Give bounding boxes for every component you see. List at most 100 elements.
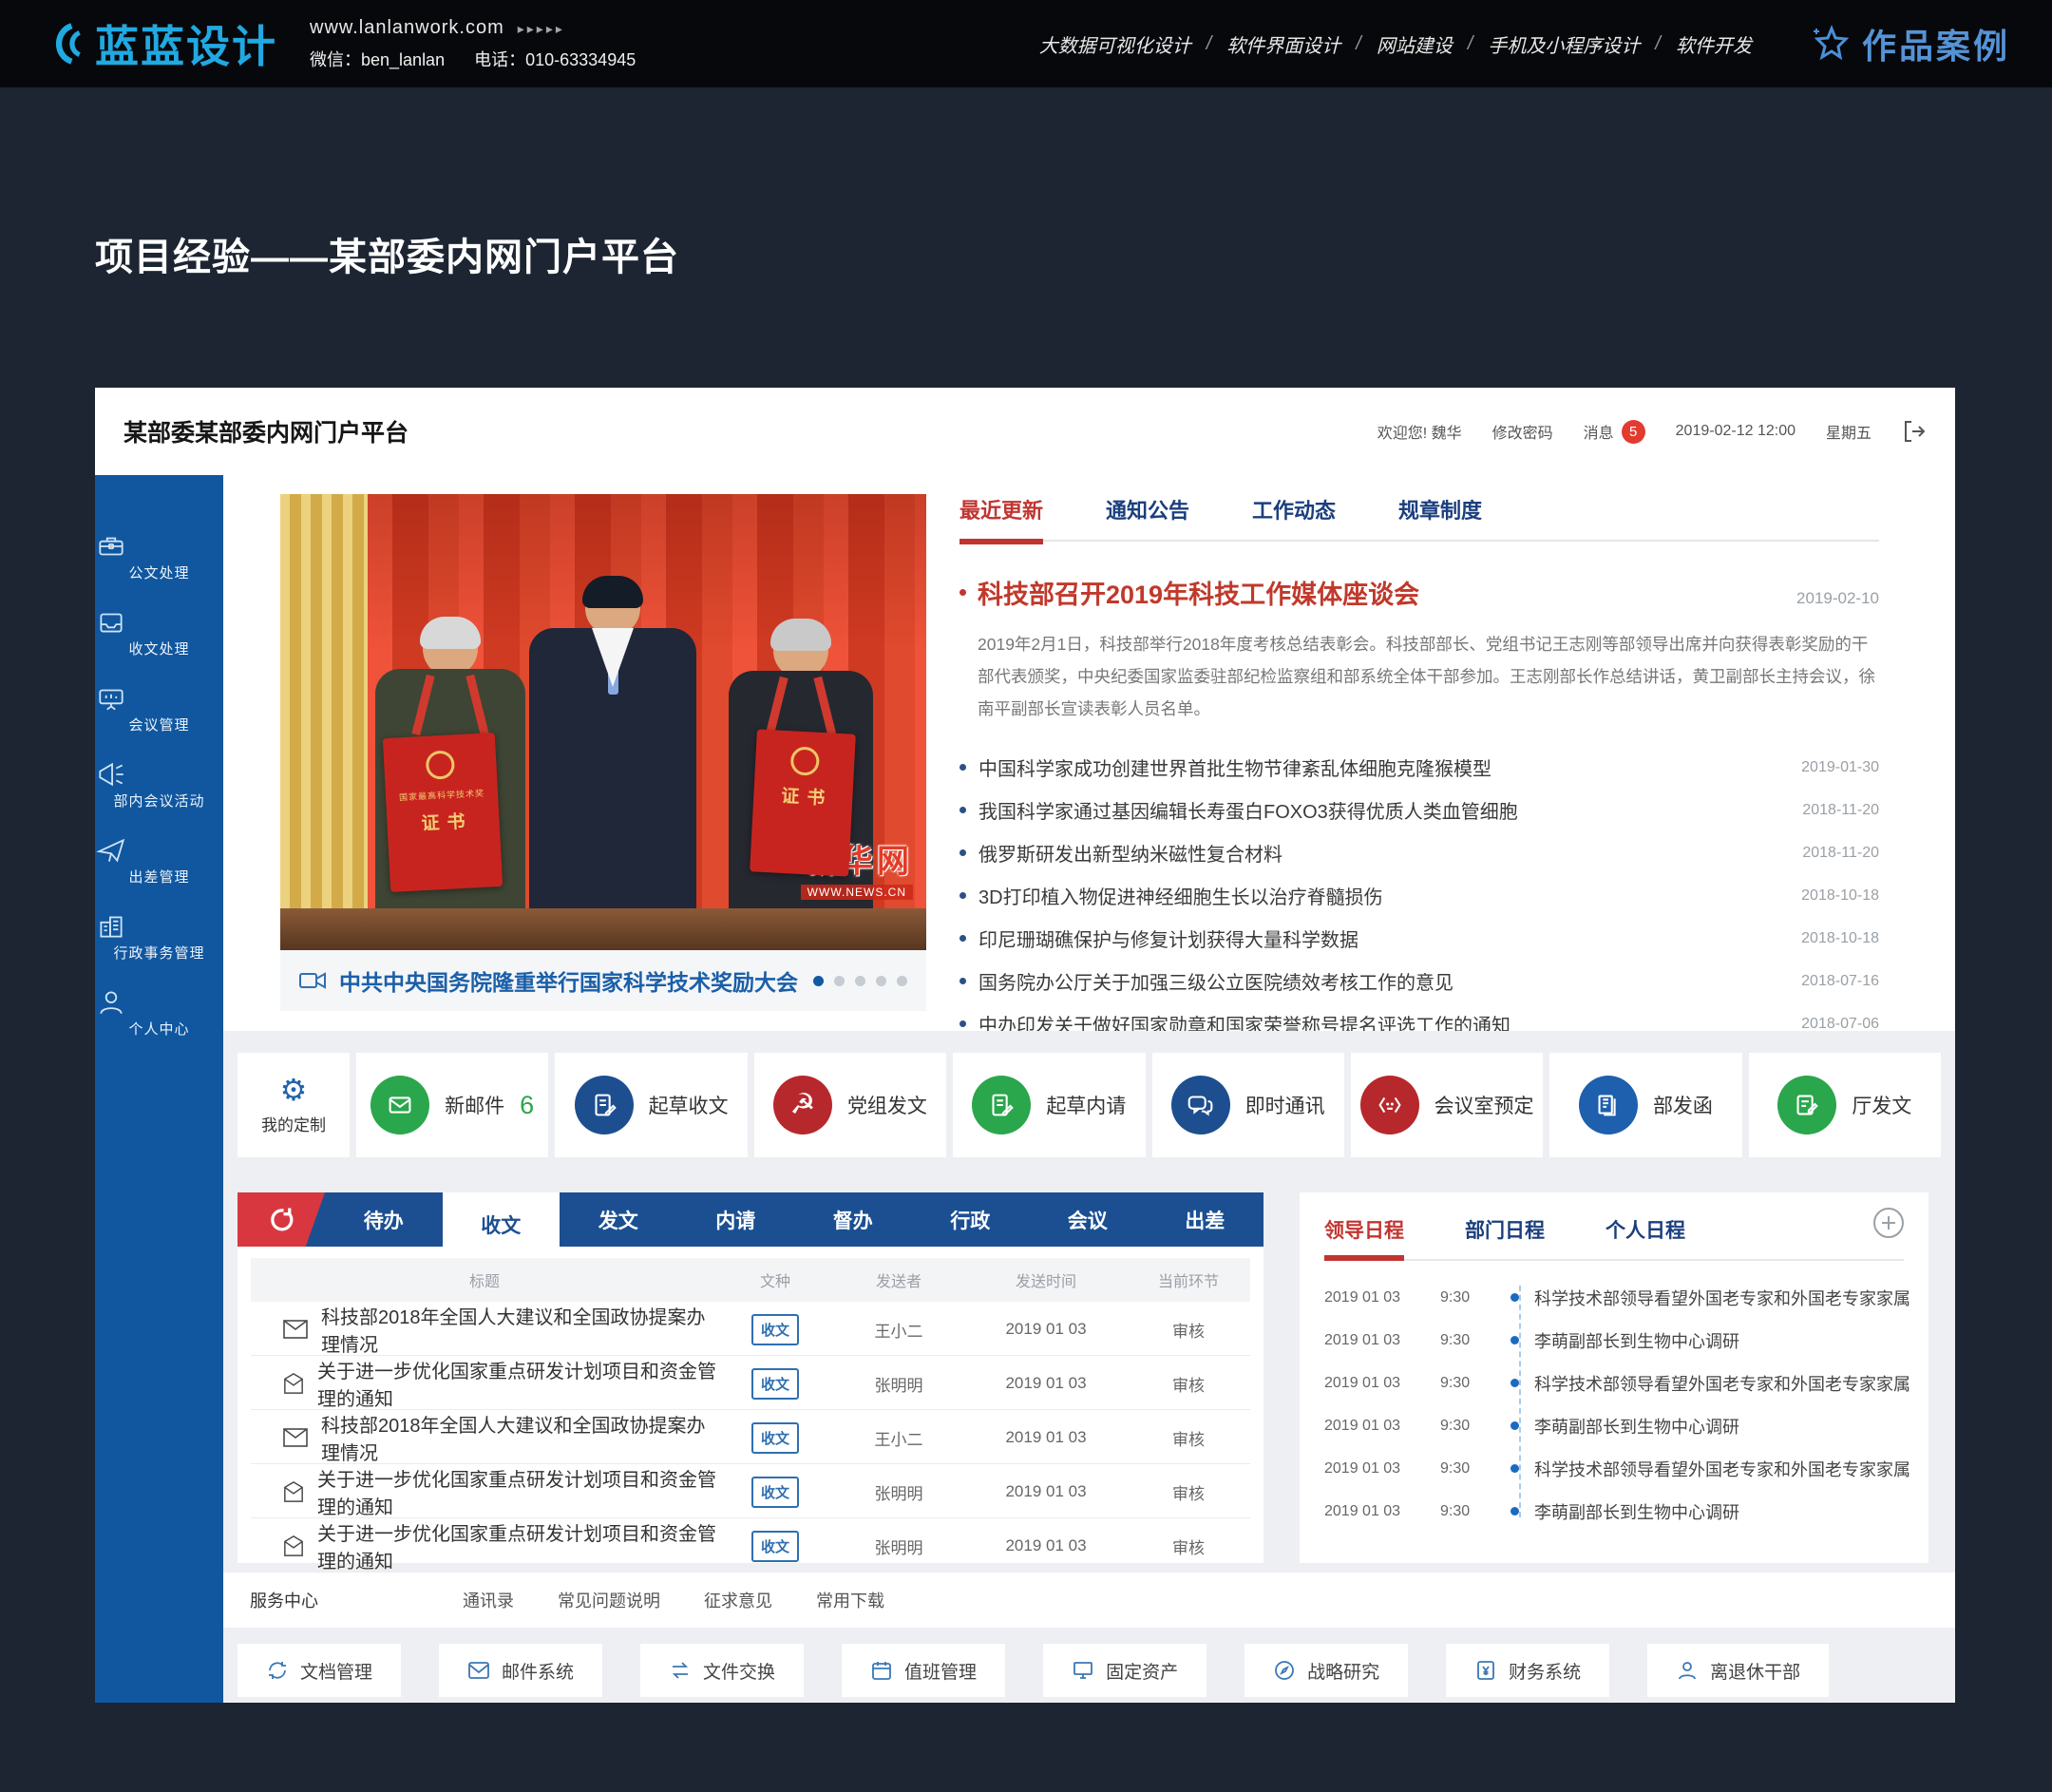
news-list-item[interactable]: 印尼珊瑚礁保护与修复计划获得大量科学数据 2018-10-18 — [960, 917, 1879, 960]
shortcut-label: 起草内请 — [1046, 1091, 1126, 1119]
app-retired-cadres[interactable]: 离退休干部 — [1647, 1644, 1829, 1697]
app-strategy-research[interactable]: 战略研究 — [1244, 1644, 1408, 1697]
app-duty-mgmt[interactable]: 值班管理 — [842, 1644, 1005, 1697]
clipboard-pen-icon — [1777, 1076, 1836, 1134]
bullet-icon — [960, 1020, 966, 1027]
cases-link[interactable]: 作品案例 — [1809, 19, 2010, 68]
carousel-dot[interactable] — [855, 976, 865, 986]
news-list-item[interactable]: 俄罗斯研发出新型纳米磁性复合材料 2018-11-20 — [960, 831, 1879, 874]
tab-work-news[interactable]: 工作动态 — [1252, 494, 1336, 524]
todo-tab-trip[interactable]: 出差 — [1147, 1192, 1264, 1247]
shortcut-draft-internal[interactable]: 起草内请 — [953, 1053, 1145, 1157]
table-row[interactable]: 关于进一步优化国家重点研发计划项目和资金管理的通知 收文 张明明 2019 01… — [251, 1464, 1250, 1518]
tab-personal-schedule[interactable]: 个人日程 — [1606, 1215, 1685, 1244]
todo-tab-outgoing[interactable]: 发文 — [560, 1192, 677, 1247]
link-feedback[interactable]: 征求意见 — [704, 1588, 772, 1612]
carousel-dot[interactable] — [876, 976, 886, 986]
todo-tab-internal[interactable]: 内请 — [677, 1192, 795, 1247]
link-faq[interactable]: 常见问题说明 — [558, 1588, 660, 1612]
shortcut-office-doc[interactable]: 厅发文 — [1749, 1053, 1941, 1157]
tab-department-schedule[interactable]: 部门日程 — [1465, 1215, 1545, 1244]
nav-item-dev[interactable]: 软件开发 — [1676, 30, 1752, 58]
table-row[interactable]: 关于进一步优化国家重点研发计划项目和资金管理的通知 收文 张明明 2019 01… — [251, 1518, 1250, 1573]
video-camera-icon — [299, 971, 326, 990]
shortcut-meeting-room-booking[interactable]: 会议室预定 — [1351, 1053, 1543, 1157]
schedule-item[interactable]: 2019 01 03 9:30 科学技术部领导看望外国老专家和外国老专家家属 — [1324, 1447, 1904, 1490]
logo[interactable]: 蓝蓝设计 — [42, 12, 277, 75]
nav-item-web[interactable]: 网站建设 — [1377, 30, 1453, 58]
news-item-date: 2019-01-30 — [1801, 759, 1879, 776]
shortcut-new-mail[interactable]: 新邮件 6 — [356, 1053, 548, 1157]
schedule-item[interactable]: 2019 01 03 9:30 李萌副部长到生物中心调研 — [1324, 1319, 1904, 1362]
sidebar-item-meeting-mgmt[interactable]: 会议管理 — [95, 682, 223, 734]
gear-icon: ⚙ — [280, 1075, 308, 1105]
app-mail-system[interactable]: 邮件系统 — [439, 1644, 602, 1697]
schedule-item[interactable]: 2019 01 03 9:30 李萌副部长到生物中心调研 — [1324, 1404, 1904, 1447]
messages-link[interactable]: 消息 5 — [1584, 420, 1645, 444]
sidebar-item-admin-affairs[interactable]: 行政事务管理 — [95, 910, 223, 963]
col-current-step: 当前环节 — [1127, 1268, 1250, 1291]
app-document-mgmt[interactable]: 文档管理 — [238, 1644, 401, 1697]
schedule-item[interactable]: 2019 01 03 9:30 科学技术部领导看望外国老专家和外国老专家家属 — [1324, 1276, 1904, 1319]
tab-leader-schedule[interactable]: 领导日程 — [1324, 1215, 1404, 1244]
news-list-item[interactable]: 国务院办公厅关于加强三级公立医院绩效考核工作的意见 2018-07-16 — [960, 960, 1879, 1002]
todo-tab-admin[interactable]: 行政 — [912, 1192, 1030, 1247]
logout-icon[interactable] — [1902, 419, 1927, 444]
carousel-caption: 中共中央国务院隆重举行国家科学技术奖励大会 — [280, 950, 926, 1011]
tab-recent-updates[interactable]: 最近更新 — [960, 494, 1043, 524]
shortcut-draft-incoming[interactable]: 起草收文 — [555, 1053, 747, 1157]
carousel-dot[interactable] — [834, 976, 845, 986]
bullet-icon — [960, 807, 966, 813]
sidebar-item-incoming-docs[interactable]: 收文处理 — [95, 606, 223, 658]
table-row[interactable]: 科技部2018年全国人大建议和全国政协提案办理情况 收文 王小二 2019 01… — [251, 1410, 1250, 1464]
featured-news-title[interactable]: 科技部召开2019年科技工作媒体座谈会 — [978, 574, 1419, 611]
schedule-date: 2019 01 03 — [1324, 1503, 1440, 1520]
carousel-dot[interactable] — [813, 976, 824, 986]
schedule-item[interactable]: 2019 01 03 9:30 科学技术部领导看望外国老专家和外国老专家家属 — [1324, 1362, 1904, 1404]
news-list-item[interactable]: 3D打印植入物促进神经细胞生长以治疗脊髓损伤 2018-10-18 — [960, 874, 1879, 917]
shortcut-instant-messaging[interactable]: 即时通讯 — [1152, 1053, 1344, 1157]
nav-item-mobile[interactable]: 手机及小程序设计 — [1488, 30, 1640, 58]
doc-type-badge: 收文 — [751, 1368, 799, 1400]
todo-tab-incoming[interactable]: 收文 — [443, 1192, 560, 1257]
sidebar-item-label: 出差管理 — [95, 867, 223, 886]
document-stack-icon — [1579, 1076, 1638, 1134]
carousel-dot[interactable] — [897, 976, 907, 986]
shortcut-my-customization[interactable]: ⚙ 我的定制 — [238, 1053, 350, 1157]
change-password-link[interactable]: 修改密码 — [1492, 420, 1553, 443]
nav-item-ui[interactable]: 软件界面设计 — [1226, 30, 1340, 58]
certificate-title: 国家最高科学技术奖 — [399, 787, 485, 804]
shortcut-party-doc[interactable]: ☭ 党组发文 — [754, 1053, 946, 1157]
table-row[interactable]: 科技部2018年全国人大建议和全国政协提案办理情况 收文 王小二 2019 01… — [251, 1302, 1250, 1356]
envelope-icon — [467, 1659, 490, 1682]
tab-regulations[interactable]: 规章制度 — [1398, 494, 1482, 524]
todo-tab-meeting[interactable]: 会议 — [1029, 1192, 1147, 1247]
link-downloads[interactable]: 常用下载 — [816, 1588, 884, 1612]
tab-notices[interactable]: 通知公告 — [1106, 494, 1189, 524]
app-file-exchange[interactable]: 文件交换 — [640, 1644, 804, 1697]
schedule-item[interactable]: 2019 01 03 9:30 李萌副部长到生物中心调研 — [1324, 1490, 1904, 1533]
row-step: 审核 — [1127, 1480, 1250, 1504]
news-item-title: 印尼珊瑚礁保护与修复计划获得大量科学数据 — [978, 925, 1358, 952]
col-send-time: 发送时间 — [965, 1268, 1127, 1291]
sidebar-item-official-docs[interactable]: 公文处理 — [95, 530, 223, 582]
schedule-text: 李萌副部长到生物中心调研 — [1534, 1328, 1739, 1353]
todo-tab-supervision[interactable]: 督办 — [794, 1192, 912, 1247]
news-list-item[interactable]: 中国科学家成功创建世界首批生物节律紊乱体细胞克隆猴模型 2019-01-30 — [960, 746, 1879, 789]
refresh-icon[interactable] — [238, 1192, 325, 1247]
news-list-item[interactable]: 我国科学家通过基因编辑长寿蛋白FOXO3获得优质人类血管细胞 2018-11-2… — [960, 789, 1879, 831]
app-fixed-assets[interactable]: 固定资产 — [1043, 1644, 1206, 1697]
add-schedule-button[interactable] — [1873, 1208, 1904, 1238]
app-finance-system[interactable]: 财务系统 — [1446, 1644, 1609, 1697]
carousel-caption-text[interactable]: 中共中央国务院隆重举行国家科学技术奖励大会 — [339, 964, 798, 997]
table-row[interactable]: 关于进一步优化国家重点研发计划项目和资金管理的通知 收文 张明明 2019 01… — [251, 1356, 1250, 1410]
shortcut-ministry-letter[interactable]: 部发函 — [1549, 1053, 1741, 1157]
nav-item-bigdata[interactable]: 大数据可视化设计 — [1039, 30, 1191, 58]
link-contacts[interactable]: 通讯录 — [463, 1588, 514, 1612]
todo-tab-pending[interactable]: 待办 — [325, 1192, 443, 1247]
watermark-url: WWW.NEWS.CN — [801, 885, 913, 900]
sidebar-item-internal-meetings[interactable]: 部内会议活动 — [95, 758, 223, 810]
sidebar-item-business-trips[interactable]: 出差管理 — [95, 834, 223, 886]
website-link[interactable]: www.lanlanwork.com — [310, 17, 504, 38]
sidebar-item-personal-center[interactable]: 个人中心 — [95, 986, 223, 1039]
